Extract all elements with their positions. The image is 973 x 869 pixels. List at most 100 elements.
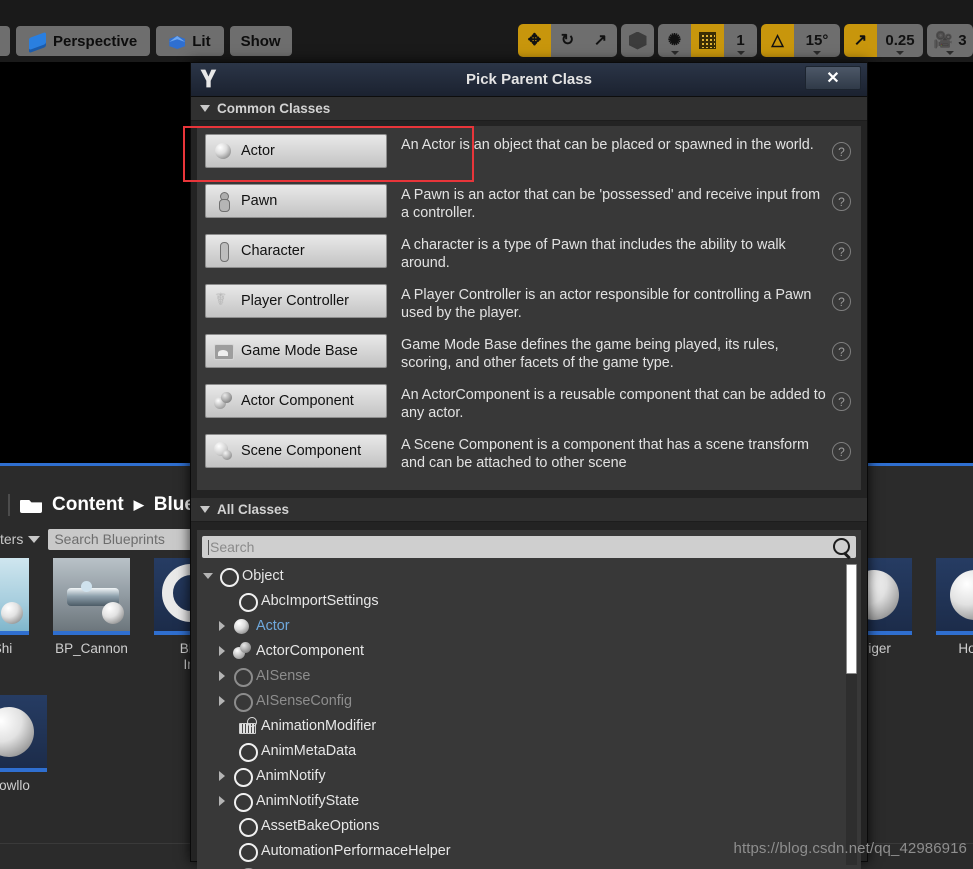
help-icon[interactable]: ? — [832, 292, 851, 311]
scale-snap-value-button[interactable]: 0.25 — [877, 24, 923, 57]
class-button-game-mode-base[interactable]: Game Mode Base — [205, 334, 387, 368]
tree-scrollbar-track[interactable] — [846, 564, 857, 865]
class-button-scene-component[interactable]: Scene Component — [205, 434, 387, 468]
expander-closed-icon[interactable] — [216, 795, 228, 806]
ring-icon — [233, 792, 253, 812]
tree-item-animnotifystate[interactable]: AnimNotifyState — [202, 788, 861, 813]
all-classes-header[interactable]: All Classes — [191, 498, 867, 522]
camera-icon: 🎥 — [933, 31, 954, 49]
search-blueprints-placeholder: Search Blueprints — [54, 531, 165, 547]
expander-open-icon[interactable] — [202, 572, 214, 579]
tree-scrollbar-thumb[interactable] — [846, 564, 857, 674]
angle-snap-value-button[interactable]: 15° — [794, 24, 840, 57]
help-icon[interactable]: ? — [832, 192, 851, 211]
expander-closed-icon[interactable] — [216, 620, 228, 631]
help-icon[interactable]: ? — [832, 242, 851, 261]
world-space-button[interactable] — [621, 24, 654, 57]
angle-icon: △ — [771, 31, 784, 49]
tree-item-object[interactable]: Object — [202, 563, 861, 588]
breadcrumb: Content ▶ Blue — [0, 488, 195, 522]
search-input[interactable]: Search — [202, 536, 856, 558]
search-icon[interactable] — [833, 538, 850, 555]
class-name: Actor Component — [241, 393, 354, 409]
tree-item-actor[interactable]: Actor — [202, 613, 861, 638]
asset-tile[interactable]: Hong — [936, 558, 973, 673]
lit-cube-icon — [169, 33, 185, 49]
sphere-icon — [1, 602, 23, 624]
dialog-title-bar[interactable]: 𝐘 Pick Parent Class ✕ — [191, 63, 867, 97]
common-classes-header[interactable]: Common Classes — [191, 97, 867, 121]
expander-closed-icon[interactable] — [216, 695, 228, 706]
class-description: A Scene Component is a component that ha… — [401, 437, 809, 471]
tree-item-actorcomponent[interactable]: ActorComponent — [202, 638, 861, 663]
surface-snap-button[interactable]: ✺ — [658, 24, 691, 57]
tree-item-aisense[interactable]: AISense — [202, 663, 861, 688]
asset-tile[interactable]: tFowllo — [0, 695, 47, 794]
snap-group: ✺ 1 — [658, 24, 757, 57]
show-label: Show — [240, 32, 281, 50]
class-button-pawn[interactable]: Pawn — [205, 184, 387, 218]
common-classes-label: Common Classes — [217, 101, 331, 116]
expander-closed-icon[interactable] — [216, 645, 228, 656]
class-button-actor-component[interactable]: Actor Component — [205, 384, 387, 418]
pick-parent-class-dialog: 𝐘 Pick Parent Class ✕ Common Classes Act… — [190, 62, 868, 869]
breadcrumb-content[interactable]: Content — [52, 494, 124, 516]
ring-icon — [233, 767, 253, 787]
angle-snap-toggle[interactable]: △ — [761, 24, 794, 57]
search-blueprints-input[interactable]: Search Blueprints — [48, 528, 199, 550]
asset-tile[interactable]: BaoShi — [0, 558, 29, 673]
tree-item-label: AnimNotify — [256, 767, 326, 784]
grid-snap-value-button[interactable]: 1 — [724, 24, 757, 57]
move-tool-button[interactable]: ✥ — [518, 24, 551, 57]
help-icon[interactable]: ? — [832, 142, 851, 161]
tree-item-animationmodifier[interactable]: AnimationModifier — [202, 713, 861, 738]
perspective-button[interactable]: Perspective — [16, 26, 151, 56]
asset-tile[interactable]: BP_Cannon — [53, 558, 130, 673]
search-placeholder: Search — [210, 539, 255, 555]
text-cursor — [208, 539, 209, 555]
class-name: Scene Component — [241, 443, 362, 459]
class-button-character[interactable]: Character — [205, 234, 387, 268]
expander-closed-icon[interactable] — [216, 670, 228, 681]
help-icon[interactable]: ? — [832, 442, 851, 461]
scale-snap-toggle[interactable]: ↗ — [844, 24, 877, 57]
asset-thumbnail — [0, 558, 29, 635]
viewport-menu-button[interactable] — [0, 26, 10, 56]
grid-snap-toggle[interactable] — [691, 24, 724, 57]
tree-item-avoidancemanager[interactable]: AvoidanceManager — [202, 863, 861, 869]
ring-icon — [238, 592, 258, 612]
filters-button[interactable]: ters — [0, 531, 41, 547]
scale-snap-icon: ↗ — [853, 31, 868, 49]
anim-modifier-icon — [238, 716, 257, 735]
rotate-tool-button[interactable]: ↻ — [551, 24, 584, 57]
show-button[interactable]: Show — [229, 26, 292, 56]
asset-thumbnail — [53, 558, 130, 635]
ring-icon — [238, 742, 258, 762]
tree-item-abcimportsettings[interactable]: AbcImportSettings — [202, 588, 861, 613]
tree-item-animnotify[interactable]: AnimNotify — [202, 763, 861, 788]
close-icon[interactable]: ✕ — [805, 66, 861, 90]
tree-item-animmetadata[interactable]: AnimMetaData — [202, 738, 861, 763]
class-name: Game Mode Base — [241, 343, 358, 359]
class-button-actor[interactable]: Actor — [205, 134, 387, 168]
tree-item-assetbakeoptions[interactable]: AssetBakeOptions — [202, 813, 861, 838]
asset-thumbnail — [936, 558, 973, 635]
tree-item-label: Actor — [256, 617, 290, 634]
viewport-toolbar: Perspective Lit Show ✥ ↻ ↗ ✺ 1 △ 15° ↗ 0… — [0, 0, 973, 62]
chevron-down-icon — [670, 51, 679, 55]
grid-snap-value: 1 — [736, 32, 745, 49]
scale-tool-button[interactable]: ↗ — [584, 24, 617, 57]
character-icon — [214, 242, 232, 262]
help-icon[interactable]: ? — [832, 342, 851, 361]
common-class-row-character: Character A character is a type of Pawn … — [197, 232, 861, 282]
help-icon[interactable]: ? — [832, 392, 851, 411]
lit-button[interactable]: Lit — [156, 26, 224, 56]
camera-speed-button[interactable]: 🎥 3 — [927, 24, 973, 57]
class-button-player-controller[interactable]: Player Controller — [205, 284, 387, 318]
surface-snap-icon: ✺ — [667, 31, 682, 49]
ring-icon — [238, 817, 258, 837]
tree-item-aisenseconfig[interactable]: AISenseConfig — [202, 688, 861, 713]
breadcrumb-blueprints[interactable]: Blue — [154, 494, 195, 516]
expander-closed-icon[interactable] — [216, 770, 228, 781]
asset-label: BaoShi — [0, 641, 13, 656]
